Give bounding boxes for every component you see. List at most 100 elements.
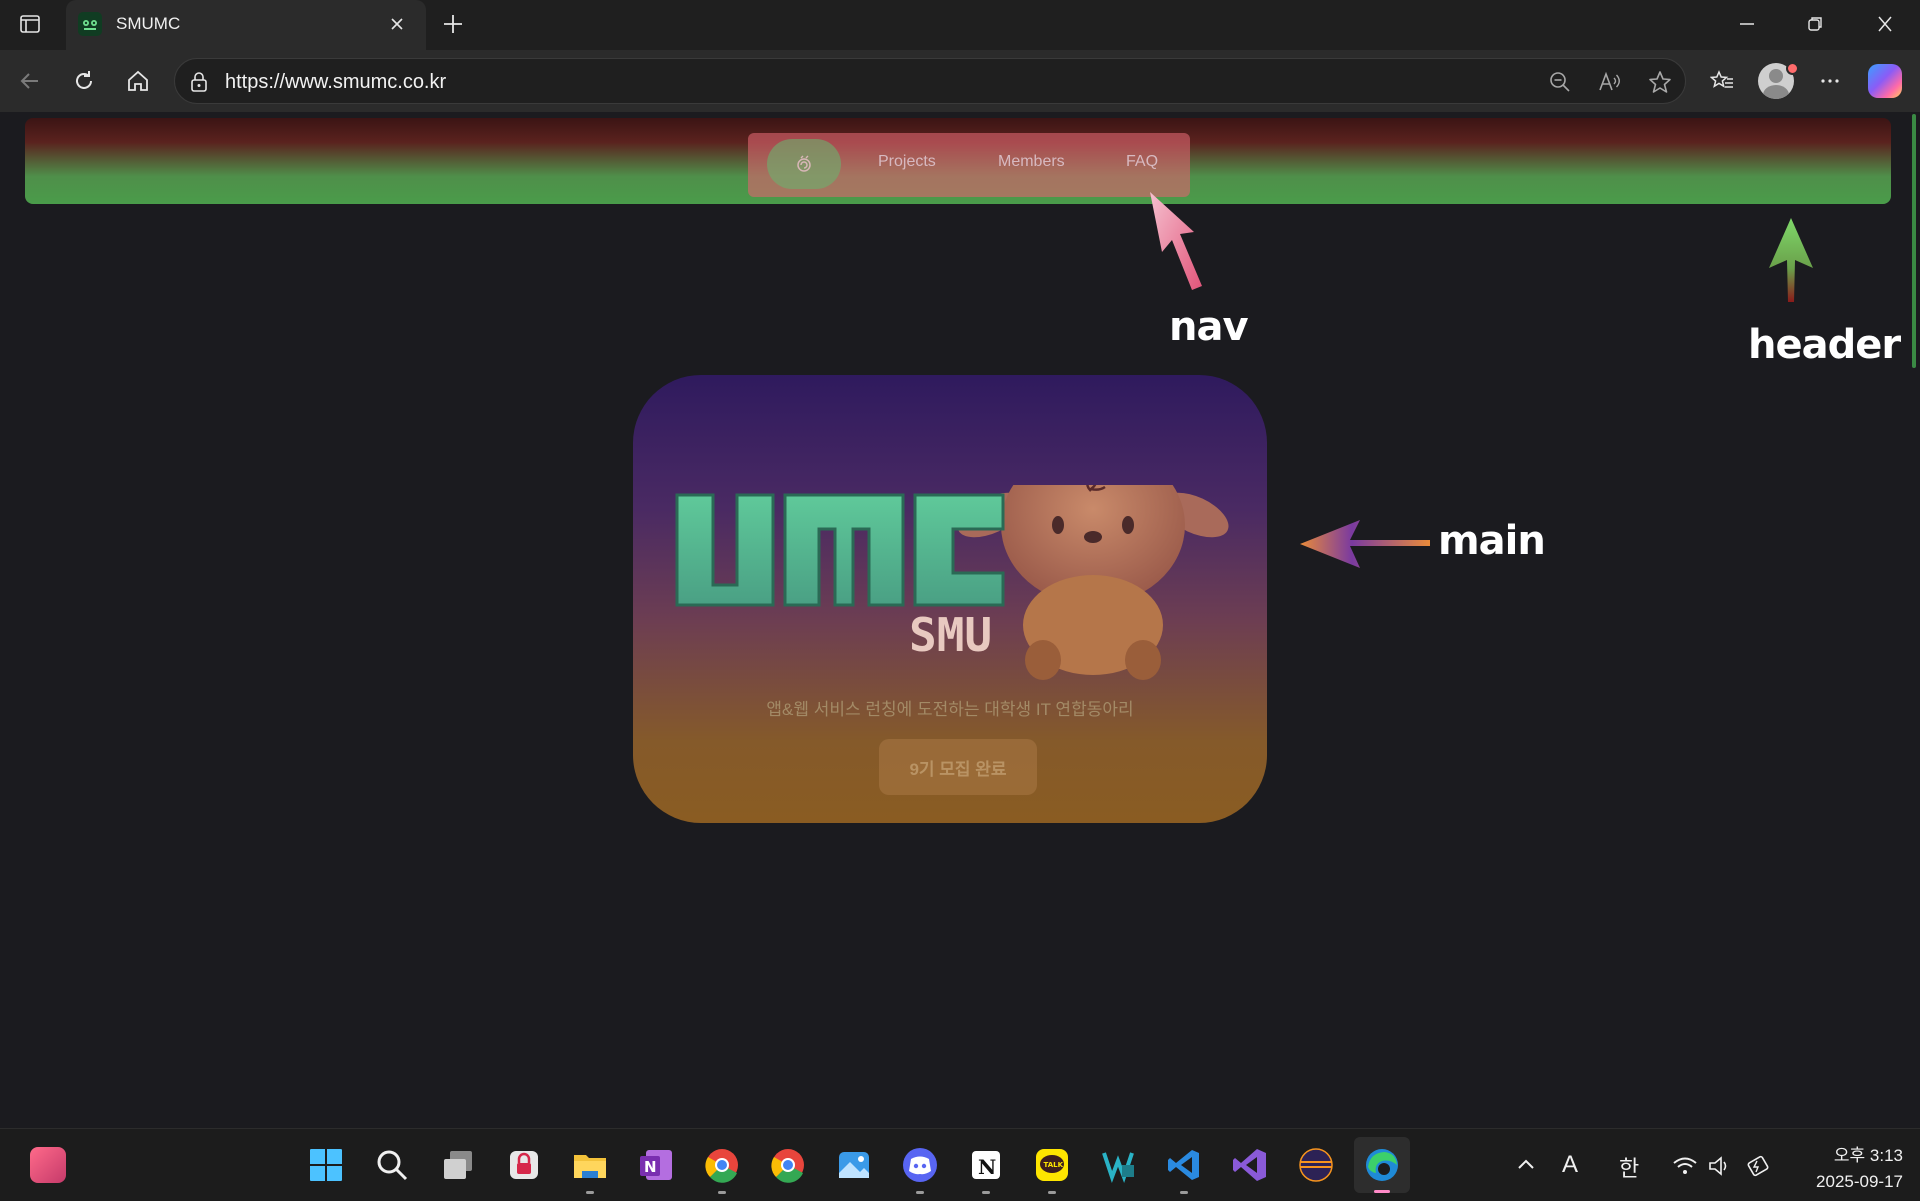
notion-icon: N: [972, 1151, 1000, 1179]
lock-app-icon: [510, 1151, 538, 1179]
taskbar-widgets-app[interactable]: [28, 1145, 68, 1185]
taskbar-eclipse[interactable]: [1296, 1145, 1336, 1185]
page-scrollbar[interactable]: [1908, 112, 1920, 1121]
zoom-out-icon: [1550, 72, 1570, 92]
battery-charging-icon[interactable]: [1746, 1155, 1772, 1177]
browser-titlebar: SMUMC: [0, 0, 1920, 50]
photos-icon: [839, 1152, 869, 1178]
new-tab-button[interactable]: [438, 9, 468, 39]
copilot-icon[interactable]: [1868, 64, 1902, 98]
running-indicator: [1374, 1190, 1390, 1193]
page-viewport: Projects Members FAQ nav header main SMU…: [6, 112, 1908, 1121]
taskbar-search-button[interactable]: [372, 1145, 412, 1185]
dev-tool-icon: [1102, 1152, 1134, 1183]
running-indicator: [1048, 1191, 1056, 1194]
tray-overflow-button[interactable]: [1506, 1145, 1546, 1185]
restore-icon: [1808, 17, 1822, 31]
taskbar-visual-studio[interactable]: [1230, 1145, 1270, 1185]
url-text: https://www.smumc.co.kr: [225, 71, 447, 93]
running-indicator: [916, 1191, 924, 1194]
taskbar-discord[interactable]: [900, 1145, 940, 1194]
taskbar-clock[interactable]: 오후 3:13 2025-09-17: [1793, 1141, 1903, 1192]
smumc-favicon-icon: [78, 12, 102, 36]
restore-button[interactable]: [1792, 5, 1838, 43]
svg-text:TALK: TALK: [1044, 1161, 1064, 1169]
vscode-icon: [1168, 1150, 1199, 1180]
hero-logo-subtext: SMU: [909, 608, 992, 662]
nav-annotation-label: nav: [1169, 304, 1249, 350]
more-options-button[interactable]: [1814, 65, 1846, 97]
tab-actions-button[interactable]: [14, 10, 46, 38]
home-swirl-icon: [797, 155, 811, 172]
nav-link-members[interactable]: Members: [998, 153, 1065, 171]
address-bar[interactable]: https://www.smumc.co.kr: [174, 58, 1686, 104]
taskbar-dev-tool[interactable]: [1098, 1145, 1138, 1185]
browser-toolbar: https://www.smumc.co.kr: [0, 50, 1920, 112]
clock-date: 2025-09-17: [1816, 1172, 1903, 1191]
taskbar-edge[interactable]: [1354, 1137, 1410, 1193]
taskbar-chrome-profile[interactable]: [702, 1145, 742, 1194]
svg-text:N: N: [644, 1158, 657, 1176]
windows-start-icon: [310, 1149, 342, 1181]
taskbar-chrome[interactable]: [768, 1145, 808, 1185]
kakaotalk-icon: TALK: [1036, 1149, 1068, 1181]
taskbar-notion[interactable]: N: [966, 1145, 1006, 1194]
taskbar-photos[interactable]: [834, 1145, 874, 1185]
back-button[interactable]: [14, 65, 46, 97]
plus-icon: [444, 15, 462, 33]
task-view-icon: [444, 1151, 472, 1179]
header-annotation-arrow: [1769, 218, 1813, 302]
hero-card: SMU 앱&웹 서비스 런칭에 도전하는 대학생 IT 연합동아리 9기 모집 …: [633, 375, 1267, 823]
taskbar-kakaotalk[interactable]: TALK: [1032, 1145, 1072, 1194]
tab-close-button[interactable]: [384, 11, 410, 37]
star-icon: [1649, 71, 1671, 93]
refresh-button[interactable]: [68, 65, 100, 97]
running-indicator: [718, 1191, 726, 1194]
minimize-icon: [1740, 23, 1754, 25]
refresh-icon: [76, 71, 92, 89]
arrow-left-icon: [20, 73, 38, 89]
running-indicator: [1180, 1191, 1188, 1194]
taskbar-app-lock[interactable]: [504, 1145, 544, 1185]
more-dots-icon: [1821, 79, 1839, 83]
umc-mascot-logo: SMU: [675, 485, 1229, 680]
taskbar-file-explorer[interactable]: [570, 1145, 610, 1194]
folder-icon: [574, 1155, 606, 1178]
taskbar-start-button[interactable]: [306, 1145, 346, 1185]
taskbar-onenote[interactable]: N: [636, 1145, 676, 1185]
site-header: Projects Members FAQ: [25, 118, 1891, 204]
notification-dot: [1786, 62, 1799, 75]
edge-icon: [1366, 1149, 1398, 1181]
chrome-icon: [705, 1149, 738, 1183]
favorites-button[interactable]: [1706, 65, 1738, 97]
browser-tab[interactable]: SMUMC: [66, 0, 426, 50]
nav-link-faq[interactable]: FAQ: [1126, 153, 1158, 171]
taskbar-task-view-button[interactable]: [438, 1145, 478, 1185]
chevron-up-icon: [1518, 1159, 1534, 1169]
favorite-star-button[interactable]: [1647, 69, 1673, 95]
discord-icon: [903, 1148, 937, 1182]
scrollbar-thumb[interactable]: [1912, 114, 1916, 368]
home-button[interactable]: [122, 65, 154, 97]
favorites-list-icon: [1710, 70, 1733, 88]
close-window-button[interactable]: [1862, 5, 1908, 43]
volume-icon[interactable]: [1708, 1155, 1732, 1177]
recruitment-status-button[interactable]: 9기 모집 완료: [879, 739, 1037, 795]
hero-tagline: 앱&웹 서비스 런칭에 도전하는 대학생 IT 연합동아리: [766, 700, 1134, 719]
visual-studio-icon: [1233, 1149, 1266, 1181]
ime-mode-indicator[interactable]: A: [1562, 1151, 1578, 1179]
header-annotation-label: header: [1748, 322, 1901, 368]
minimize-button[interactable]: [1724, 5, 1770, 43]
taskbar-vscode[interactable]: [1164, 1145, 1204, 1194]
ime-language-indicator[interactable]: 한: [1619, 1151, 1639, 1183]
read-aloud-button[interactable]: [1597, 69, 1623, 95]
close-icon: [391, 18, 403, 30]
nav-home-button[interactable]: [767, 139, 841, 189]
wifi-icon[interactable]: [1672, 1155, 1698, 1177]
home-icon: [128, 70, 148, 91]
nav-link-projects[interactable]: Projects: [878, 153, 936, 171]
search-icon: [377, 1150, 408, 1181]
nav-annotation-arrow: [1150, 192, 1202, 290]
running-indicator: [586, 1191, 594, 1194]
zoom-button[interactable]: [1547, 69, 1573, 95]
